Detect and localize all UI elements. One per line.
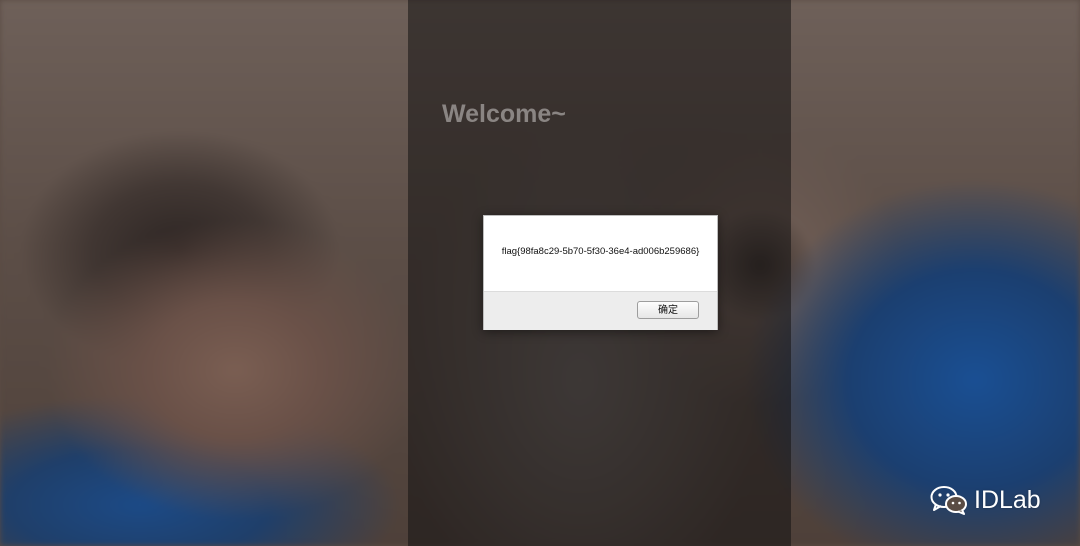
alert-dialog-body: flag{98fa8c29-5b70-5f30-36e4-ad006b25968… [484,216,717,291]
alert-message: flag{98fa8c29-5b70-5f30-36e4-ad006b25968… [501,246,700,257]
welcome-heading: Welcome~ [442,100,566,128]
watermark: IDLab [930,483,1041,517]
alert-dialog: flag{98fa8c29-5b70-5f30-36e4-ad006b25968… [483,215,718,330]
wechat-icon [930,485,968,515]
ok-button[interactable]: 确定 [637,301,699,319]
alert-dialog-footer: 确定 [484,291,717,330]
watermark-text: IDLab [974,485,1041,514]
page-root: Welcome~ flag{98fa8c29-5b70-5f30-36e4-ad… [0,0,1080,546]
